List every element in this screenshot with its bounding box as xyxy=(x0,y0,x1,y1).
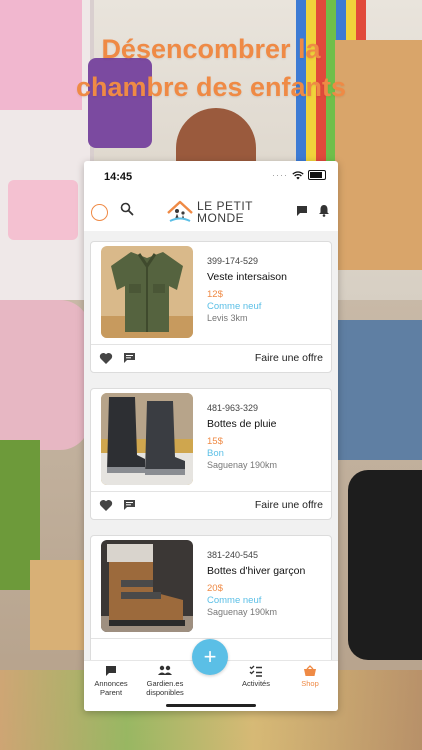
annonces-icon xyxy=(106,666,116,676)
message-icon[interactable] xyxy=(123,499,136,511)
listing-photo[interactable] xyxy=(101,393,193,485)
status-time: 14:45 xyxy=(104,171,133,183)
tab-label-line-1: Activités xyxy=(242,679,270,688)
listing-info: 381-240-545 Bottes d'hiver garçon 20$ Co… xyxy=(207,550,327,617)
logo-text: LE PETIT MONDE xyxy=(197,200,253,224)
bell-icon[interactable] xyxy=(318,204,330,217)
logo-text-line-2: MONDE xyxy=(197,211,245,225)
heart-icon[interactable] xyxy=(99,499,113,512)
heart-icon[interactable] xyxy=(99,352,113,365)
phone-screen: 14:45 ···· LE PETIT MONDE 399-174-529 Ve… xyxy=(84,161,338,711)
listing-actions: Faire une offre xyxy=(99,495,323,515)
listing-location: Saguenay 190km xyxy=(207,607,278,617)
listing-photo[interactable] xyxy=(101,246,193,338)
tab-label-line-2: Parent xyxy=(99,688,123,697)
bottom-tab-bar: + Annonces Parent Gardien.es disponibles xyxy=(84,639,338,711)
listing-price: 20$ xyxy=(207,583,223,594)
basket-icon xyxy=(304,665,316,676)
checklist-icon xyxy=(249,665,262,677)
tab-label-line-1: Gardien.es xyxy=(146,679,184,688)
listing-price: 12$ xyxy=(207,289,223,300)
card-divider xyxy=(91,491,331,492)
listing-location: Levis 3km xyxy=(207,313,248,323)
listing-ref: 399-174-529 xyxy=(207,256,259,266)
wifi-icon xyxy=(292,170,304,179)
listing-ref: 481-963-329 xyxy=(207,403,259,413)
headline-line-2: chambre des enfants xyxy=(75,72,347,102)
status-bar: 14:45 ···· xyxy=(84,161,338,193)
tab-activites[interactable]: Activités xyxy=(226,665,286,688)
headline-line-1: Désencombrer la xyxy=(101,34,321,64)
chat-icon[interactable] xyxy=(296,205,308,217)
promo-headline: Désencombrer la chambre des enfants xyxy=(0,30,422,106)
app-bar: LE PETIT MONDE xyxy=(84,193,338,231)
people-icon xyxy=(158,665,172,675)
winter-boots-photo xyxy=(101,540,193,632)
listing-info: 481-963-329 Bottes de pluie 15$ Bon Sagu… xyxy=(207,403,327,470)
listings-feed[interactable]: 399-174-529 Veste intersaison 12$ Comme … xyxy=(84,231,338,661)
listing-actions: Faire une offre xyxy=(99,348,323,368)
listing-title: Bottes d'hiver garçon xyxy=(207,565,306,577)
message-icon[interactable] xyxy=(123,352,136,364)
home-indicator xyxy=(166,704,256,707)
listing-info: 399-174-529 Veste intersaison 12$ Comme … xyxy=(207,256,327,323)
card-divider xyxy=(91,344,331,345)
listing-card[interactable]: 481-963-329 Bottes de pluie 15$ Bon Sagu… xyxy=(90,388,332,520)
search-icon[interactable] xyxy=(120,202,134,216)
listing-location: Saguenay 190km xyxy=(207,460,278,470)
make-offer-button[interactable]: Faire une offre xyxy=(255,352,323,364)
make-offer-button[interactable]: Faire une offre xyxy=(255,499,323,511)
tab-gardiens-disponibles[interactable]: Gardien.es disponibles xyxy=(135,665,195,697)
signal-dots-icon: ···· xyxy=(272,170,288,180)
listing-title: Veste intersaison xyxy=(207,271,287,283)
battery-icon xyxy=(308,170,326,180)
listing-price: 15$ xyxy=(207,436,223,447)
app-logo: LE PETIT MONDE xyxy=(166,197,262,227)
listing-ref: 381-240-545 xyxy=(207,550,259,560)
tab-shop[interactable]: Shop xyxy=(280,665,338,688)
tab-annonces-parent[interactable]: Annonces Parent xyxy=(84,665,141,697)
green-jacket-photo xyxy=(101,246,193,338)
profile-circle-icon[interactable] xyxy=(91,204,108,221)
listing-condition: Comme neuf xyxy=(207,595,262,606)
rain-boots-photo xyxy=(101,393,193,485)
tab-label-line-2: disponibles xyxy=(146,688,184,697)
logo-house-icon xyxy=(167,200,193,222)
listing-card[interactable]: 399-174-529 Veste intersaison 12$ Comme … xyxy=(90,241,332,373)
tab-label-line-1: Annonces xyxy=(94,679,128,688)
listing-condition: Comme neuf xyxy=(207,301,262,312)
listing-title: Bottes de pluie xyxy=(207,418,277,430)
listing-photo[interactable] xyxy=(101,540,193,632)
tab-label-line-1: Shop xyxy=(301,679,319,688)
add-listing-button[interactable]: + xyxy=(192,639,228,675)
listing-condition: Bon xyxy=(207,448,224,459)
status-indicators: ···· xyxy=(272,170,326,180)
